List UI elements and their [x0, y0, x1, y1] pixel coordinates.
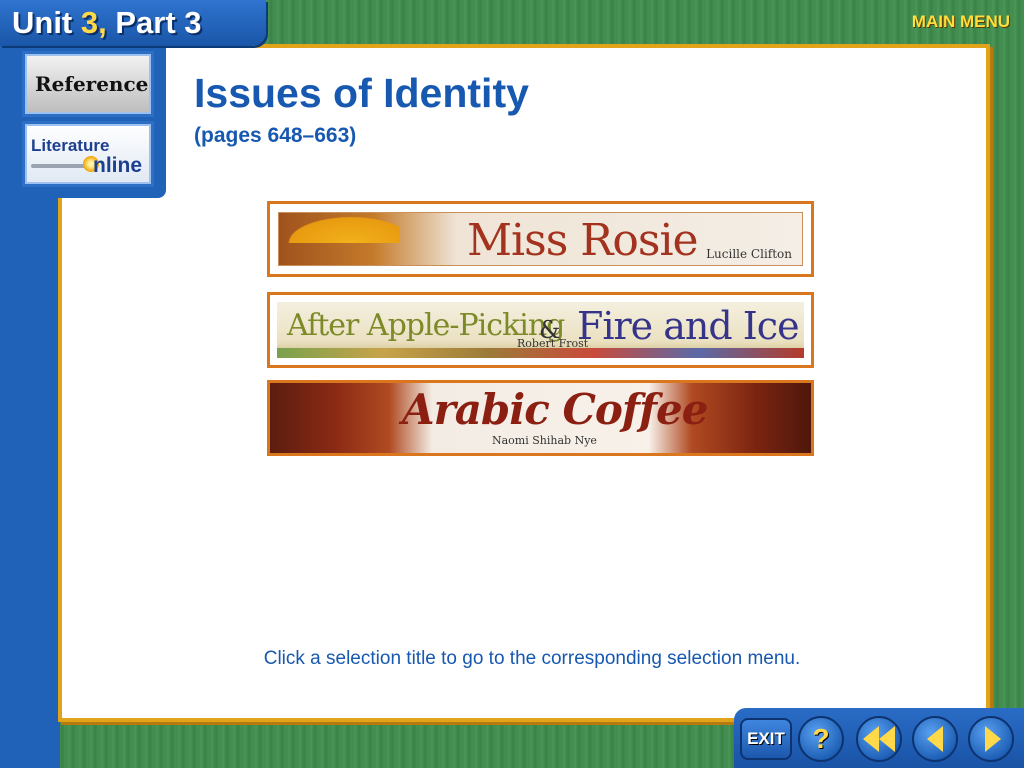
previous-button[interactable]: [912, 716, 958, 762]
help-icon: ?: [812, 723, 830, 754]
exit-button[interactable]: EXIT: [740, 718, 792, 760]
back-to-start-icon: [863, 726, 895, 752]
online-label: nline: [93, 154, 143, 177]
selection-title: Arabic Coffee: [402, 385, 708, 434]
page-title: Issues of Identity: [194, 70, 529, 116]
selection-arabic-coffee[interactable]: Arabic Coffee Naomi Shihab Nye: [267, 380, 814, 456]
back-to-start-button[interactable]: [856, 716, 902, 762]
help-button[interactable]: ?: [798, 716, 844, 762]
painting-strip: [277, 348, 804, 358]
selection-author: Naomi Shihab Nye: [492, 434, 597, 447]
page-range: (pages 648–663): [194, 124, 357, 147]
unit-label: Unit 3, Part 3: [12, 5, 202, 40]
frost-artwork: After Apple-Picking & Fire and Ice Rober…: [277, 302, 804, 358]
literature-label: Literature: [31, 136, 110, 155]
hat-image-icon: [279, 213, 399, 243]
reference-button[interactable]: Reference: [22, 51, 154, 117]
selection-frost-poems[interactable]: After Apple-Picking & Fire and Ice Rober…: [267, 292, 814, 368]
selection-title: Miss Rosie: [467, 215, 699, 266]
arabic-coffee-artwork: Arabic Coffee Naomi Shihab Nye: [270, 383, 811, 453]
instruction-text: Click a selection title to go to the cor…: [263, 648, 801, 669]
unit-tab: Unit 3, Part 3: [0, 0, 266, 46]
cable-icon: [31, 164, 89, 168]
selection-title-fire-and-ice: Fire and Ice: [577, 304, 800, 348]
main-menu-link[interactable]: MAIN MENU: [912, 12, 1010, 32]
miss-rosie-artwork: Miss Rosie Lucille Clifton: [278, 212, 803, 266]
reference-label: Reference: [35, 72, 149, 96]
previous-arrow-icon: [927, 726, 943, 752]
literature-online-button[interactable]: Literature nline: [22, 121, 154, 187]
selection-author: Lucille Clifton: [706, 247, 792, 261]
next-arrow-icon: [985, 726, 1001, 752]
selection-miss-rosie[interactable]: Miss Rosie Lucille Clifton: [267, 201, 814, 277]
next-button[interactable]: [968, 716, 1014, 762]
